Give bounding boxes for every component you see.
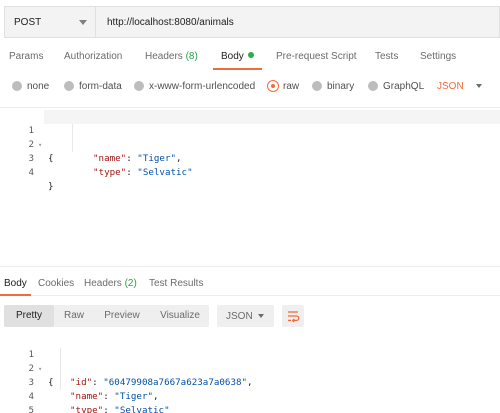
wrap-lines-icon — [288, 311, 300, 323]
tab-label: Headers — [84, 278, 122, 289]
tab-label: Authorization — [64, 51, 123, 62]
tab-count: (2) — [124, 278, 137, 289]
radio-graphql[interactable]: GraphQL — [368, 76, 424, 96]
json-separator: : — [126, 167, 138, 178]
radio-none[interactable]: none — [12, 76, 49, 96]
chevron-down-icon — [79, 20, 87, 25]
view-label: Raw — [63, 310, 84, 321]
tab-tests[interactable]: Tests — [375, 48, 398, 70]
code-line: 1 ▾ { — [0, 110, 500, 164]
view-preview[interactable]: Preview — [96, 305, 148, 327]
code-line: 5 } — [0, 390, 500, 413]
tab-label: Settings — [420, 51, 457, 62]
json-value: "Selvatic" — [114, 405, 170, 413]
response-tab-body[interactable]: Body — [0, 276, 31, 296]
radio-raw[interactable]: raw — [268, 76, 299, 96]
radio-form-data[interactable]: form-data — [64, 76, 122, 96]
chevron-down-icon — [475, 84, 482, 88]
active-tab-underline — [0, 294, 31, 296]
method-label: POST — [14, 16, 42, 28]
radio-label: none — [27, 80, 50, 92]
response-view-modes: Pretty Raw Preview Visualize — [4, 305, 209, 327]
radio-icon — [64, 81, 74, 91]
radio-label: binary — [327, 80, 355, 92]
tab-label: Body — [221, 51, 244, 62]
code-line: 4 } — [0, 152, 500, 192]
view-label: Preview — [104, 310, 140, 321]
body-type-options: none form-data x-www-form-urlencoded raw… — [0, 76, 500, 96]
request-bar: POST http://localhost:8080/animals — [4, 6, 500, 38]
code-line: 1 ▾ { — [0, 334, 500, 388]
tab-label: Body — [4, 278, 27, 289]
wrap-lines-button[interactable] — [282, 305, 304, 327]
radio-x-www-form-urlencoded[interactable]: x-www-form-urlencoded — [134, 76, 255, 96]
tab-label: Cookies — [38, 278, 75, 289]
radio-icon — [312, 81, 322, 91]
dot-icon — [247, 52, 254, 58]
method-select[interactable]: POST — [5, 7, 96, 37]
tab-body[interactable]: Body — [213, 48, 262, 70]
code-line: 2 "name": "Tiger", — [0, 124, 500, 164]
code-line: 2 "id": "60479908a7667a623a7a0638", — [0, 348, 500, 388]
response-tab-headers[interactable]: Headers (2) — [84, 276, 137, 296]
response-format-select[interactable]: JSON — [217, 305, 274, 327]
radio-icon — [134, 81, 144, 91]
format-label: JSON — [226, 310, 253, 322]
language-label: JSON — [437, 80, 464, 92]
view-pretty[interactable]: Pretty — [4, 305, 54, 327]
radio-icon — [12, 81, 22, 91]
view-raw[interactable]: Raw — [54, 305, 94, 327]
tab-settings[interactable]: Settings — [420, 48, 456, 70]
json-key: "type" — [70, 405, 104, 413]
code-line: 4 "type": "Selvatic" — [0, 376, 500, 413]
response-tabs: Body Cookies Headers (2) Test Results — [0, 276, 500, 296]
response-tab-cookies[interactable]: Cookies — [38, 276, 74, 296]
tab-label: Tests — [375, 51, 399, 62]
radio-label: GraphQL — [383, 80, 425, 92]
code-brace: } — [48, 181, 54, 192]
radio-label: raw — [283, 80, 300, 92]
radio-icon — [368, 81, 378, 91]
tab-headers[interactable]: Headers (8) — [145, 48, 198, 70]
line-number: 5 — [28, 405, 34, 413]
code-line: 3 "type": "Selvatic" — [0, 138, 500, 178]
body-language-select[interactable]: JSON — [437, 76, 482, 96]
line-number: 4 — [28, 167, 34, 178]
radio-label: x-www-form-urlencoded — [149, 80, 256, 92]
radio-binary[interactable]: binary — [312, 76, 354, 96]
tab-label: Headers — [145, 51, 183, 62]
radio-selected-icon — [268, 81, 278, 91]
view-visualize[interactable]: Visualize — [151, 305, 209, 327]
tab-label: Test Results — [149, 278, 204, 289]
response-body-viewer[interactable]: 1 ▾ { 2 "id": "60479908a7667a623a7a0638"… — [0, 334, 500, 413]
code-line: 3 "name": "Tiger", — [0, 362, 500, 402]
url-text: http://localhost:8080/animals — [107, 16, 234, 28]
tab-label: Params — [9, 51, 44, 62]
response-tab-test-results[interactable]: Test Results — [149, 276, 203, 296]
request-tabs: Params Authorization Headers (8) Body Pr… — [0, 48, 500, 70]
json-separator: : — [103, 405, 115, 413]
json-value: "Selvatic" — [137, 167, 193, 178]
tab-pre-request-script[interactable]: Pre-request Script — [276, 48, 357, 70]
tab-params[interactable]: Params — [9, 48, 43, 70]
tab-label: Pre-request Script — [276, 51, 357, 62]
chevron-down-icon — [258, 314, 264, 318]
tab-authorization[interactable]: Authorization — [64, 48, 122, 70]
view-label: Pretty — [15, 310, 43, 321]
view-label: Visualize — [160, 310, 200, 321]
request-body-editor[interactable]: 1 ▾ { 2 "name": "Tiger", 3 "type": "Selv… — [0, 107, 500, 267]
tab-count: (8) — [185, 51, 198, 62]
active-tab-underline — [213, 68, 262, 70]
url-input[interactable]: http://localhost:8080/animals — [96, 7, 499, 37]
radio-label: form-data — [79, 80, 122, 92]
json-key: "type" — [93, 167, 127, 178]
